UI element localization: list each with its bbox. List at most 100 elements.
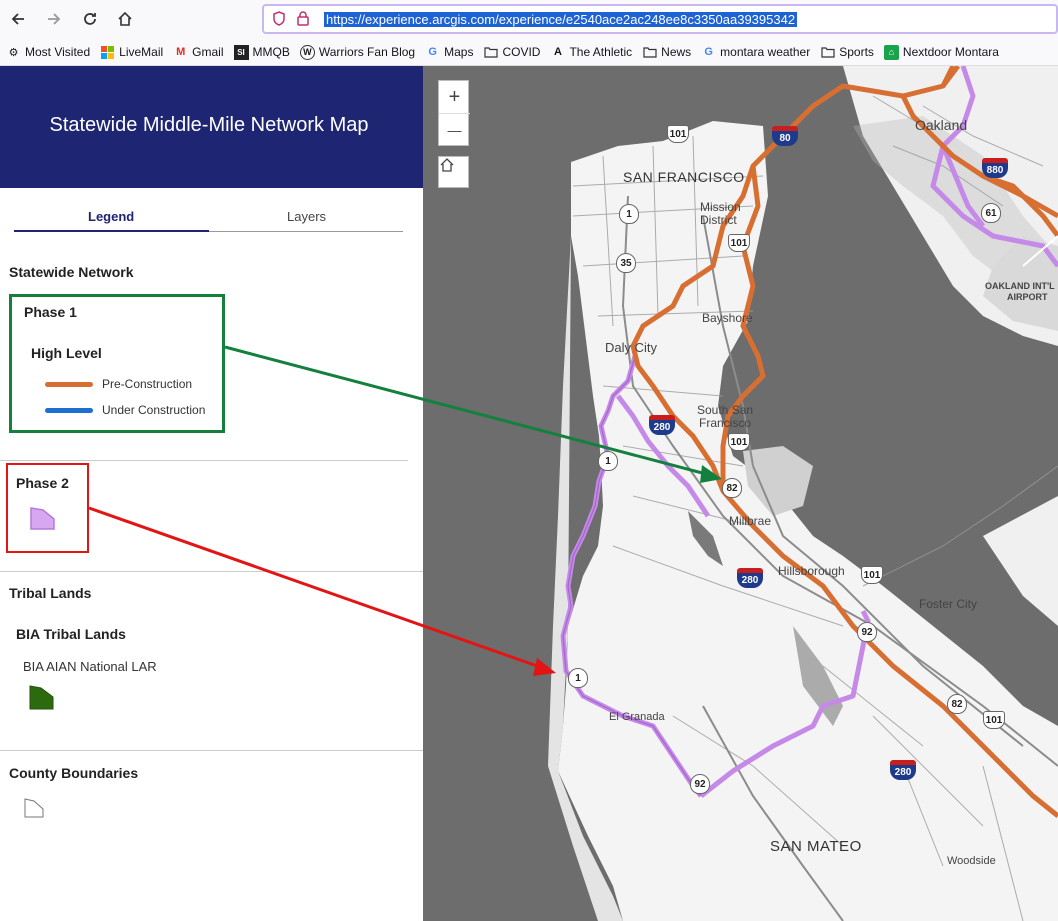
bookmark-covid[interactable]: COVID bbox=[483, 45, 540, 60]
home-icon bbox=[440, 158, 454, 172]
shield-i880: 880 bbox=[982, 158, 1008, 178]
label-mission: Mission bbox=[700, 200, 741, 214]
reload-button[interactable] bbox=[77, 6, 103, 32]
map-view[interactable]: + — SAN FRANCISCO Oakland Mission Distri… bbox=[423, 66, 1058, 921]
divider bbox=[0, 750, 423, 751]
bookmark-label: MMQB bbox=[252, 45, 290, 59]
shield-ca61: 61 bbox=[981, 203, 1001, 223]
url-bar[interactable]: https://experience.arcgis.com/experience… bbox=[262, 4, 1058, 34]
label-daly-city: Daly City bbox=[605, 340, 658, 355]
folder-icon bbox=[642, 45, 657, 60]
tab-legend-underline bbox=[14, 230, 209, 232]
gmail-icon: M bbox=[176, 46, 186, 58]
shield-ca1: 1 bbox=[598, 451, 618, 471]
home-icon bbox=[118, 11, 132, 26]
bookmark-warriors[interactable]: W Warriors Fan Blog bbox=[299, 44, 416, 60]
back-button[interactable] bbox=[5, 6, 31, 32]
athletic-icon: A bbox=[553, 46, 562, 58]
tab-underline bbox=[209, 231, 403, 232]
label-francisco: Francisco bbox=[699, 416, 752, 430]
bookmark-sports[interactable]: Sports bbox=[820, 45, 874, 60]
bookmark-livemail[interactable]: LiveMail bbox=[100, 45, 163, 60]
label-san-mateo: SAN MATEO bbox=[770, 838, 862, 855]
home-control bbox=[438, 156, 469, 188]
phase2-annotation-box bbox=[6, 463, 89, 553]
label-millbrae: Millbrae bbox=[729, 514, 772, 528]
bookmark-montara-weather[interactable]: Gmontara weather bbox=[701, 45, 810, 60]
shield-ca1: 1 bbox=[619, 204, 639, 224]
lock-icon bbox=[297, 11, 309, 26]
shield-ca82: 82 bbox=[722, 478, 742, 498]
shield-i280: 280 bbox=[890, 760, 916, 780]
google-icon: G bbox=[428, 46, 437, 58]
bookmark-most-visited[interactable]: ⚙ Most Visited bbox=[6, 45, 91, 60]
google-icon: G bbox=[704, 46, 713, 58]
bookmark-athletic[interactable]: A The Athletic bbox=[550, 45, 632, 60]
east-bay-south-land bbox=[983, 496, 1058, 626]
panel-header: Statewide Middle-Mile Network Map bbox=[0, 66, 423, 188]
si-icon: SI bbox=[233, 44, 249, 60]
bookmarks-bar: ⚙ Most Visited LiveMail M Gmail SI MMQB W Wa… bbox=[0, 39, 1058, 66]
shield-ca82: 82 bbox=[947, 694, 967, 714]
tab-layers[interactable]: Layers bbox=[287, 209, 326, 224]
zoom-control: + — bbox=[438, 80, 470, 146]
shield-i80: 80 bbox=[772, 126, 798, 146]
divider bbox=[0, 571, 423, 572]
label-oakland: Oakland bbox=[915, 117, 968, 133]
bookmark-gmail[interactable]: M Gmail bbox=[173, 45, 223, 60]
tab-legend[interactable]: Legend bbox=[88, 209, 134, 224]
shield-i280: 280 bbox=[649, 415, 675, 435]
tribal-lands-heading: Tribal Lands bbox=[9, 585, 92, 601]
shield-i280: 280 bbox=[737, 568, 763, 588]
label-foster-city: Foster City bbox=[919, 597, 978, 611]
bookmark-label: Warriors Fan Blog bbox=[318, 45, 416, 59]
label-hillsborough: Hillsborough bbox=[778, 564, 845, 578]
bookmark-nextdoor[interactable]: ⌂ Nextdoor Montara bbox=[883, 44, 999, 60]
shield-ca92: 92 bbox=[857, 622, 877, 642]
phase1-annotation-box bbox=[9, 294, 225, 433]
statewide-network-heading: Statewide Network bbox=[9, 264, 134, 280]
bookmark-label: The Athletic bbox=[569, 45, 633, 59]
bookmark-label: Maps bbox=[444, 45, 474, 59]
label-airport-1: OAKLAND INT'L bbox=[985, 281, 1055, 291]
windows-icon bbox=[100, 45, 115, 60]
bookmark-label: LiveMail bbox=[119, 45, 164, 59]
browser-toolbar: https://experience.arcgis.com/experience… bbox=[0, 0, 1058, 39]
bookmark-label: Sports bbox=[839, 45, 874, 59]
bookmark-label: COVID bbox=[502, 45, 541, 59]
nextdoor-icon: ⌂ bbox=[883, 44, 899, 60]
tribal-swatch bbox=[29, 685, 54, 710]
bookmark-mmqb[interactable]: SI MMQB bbox=[233, 44, 290, 60]
bookmark-label: Nextdoor Montara bbox=[902, 45, 999, 59]
label-bayshore: Bayshore bbox=[702, 311, 753, 325]
bookmark-maps[interactable]: G Maps bbox=[425, 45, 473, 60]
bookmark-label: Gmail bbox=[192, 45, 224, 59]
label-district: District bbox=[700, 213, 737, 227]
zoom-in-button[interactable]: + bbox=[439, 81, 470, 113]
reload-icon bbox=[84, 13, 96, 25]
label-south-san: South San bbox=[697, 403, 754, 417]
shield-ca92: 92 bbox=[690, 774, 710, 794]
label-airport-2: AIRPORT bbox=[1007, 292, 1048, 302]
home-button[interactable] bbox=[112, 6, 138, 32]
bookmark-label: Most Visited bbox=[25, 45, 91, 59]
county-boundaries-heading: County Boundaries bbox=[9, 765, 139, 781]
label-el-granada: El Granada bbox=[609, 711, 665, 723]
label-san-francisco: SAN FRANCISCO bbox=[623, 169, 745, 185]
gear-icon: ⚙ bbox=[8, 46, 19, 59]
folder-icon bbox=[820, 45, 835, 60]
forward-button[interactable] bbox=[41, 6, 67, 32]
wordpress-icon: W bbox=[299, 44, 315, 60]
url-text[interactable]: https://experience.arcgis.com/experience… bbox=[324, 12, 798, 27]
bia-aian-label: BIA AIAN National LAR bbox=[23, 659, 157, 674]
map-home-button[interactable] bbox=[439, 157, 470, 189]
shield-icon bbox=[273, 11, 285, 26]
zoom-out-button[interactable]: — bbox=[439, 113, 470, 145]
shield-ca1: 1 bbox=[568, 668, 588, 688]
shield-us101: 101 bbox=[667, 125, 689, 143]
bookmark-label: montara weather bbox=[720, 45, 811, 59]
bookmark-news[interactable]: News bbox=[642, 45, 691, 60]
folder-icon bbox=[483, 45, 498, 60]
bia-tribal-heading: BIA Tribal Lands bbox=[16, 626, 126, 642]
divider bbox=[0, 460, 408, 461]
